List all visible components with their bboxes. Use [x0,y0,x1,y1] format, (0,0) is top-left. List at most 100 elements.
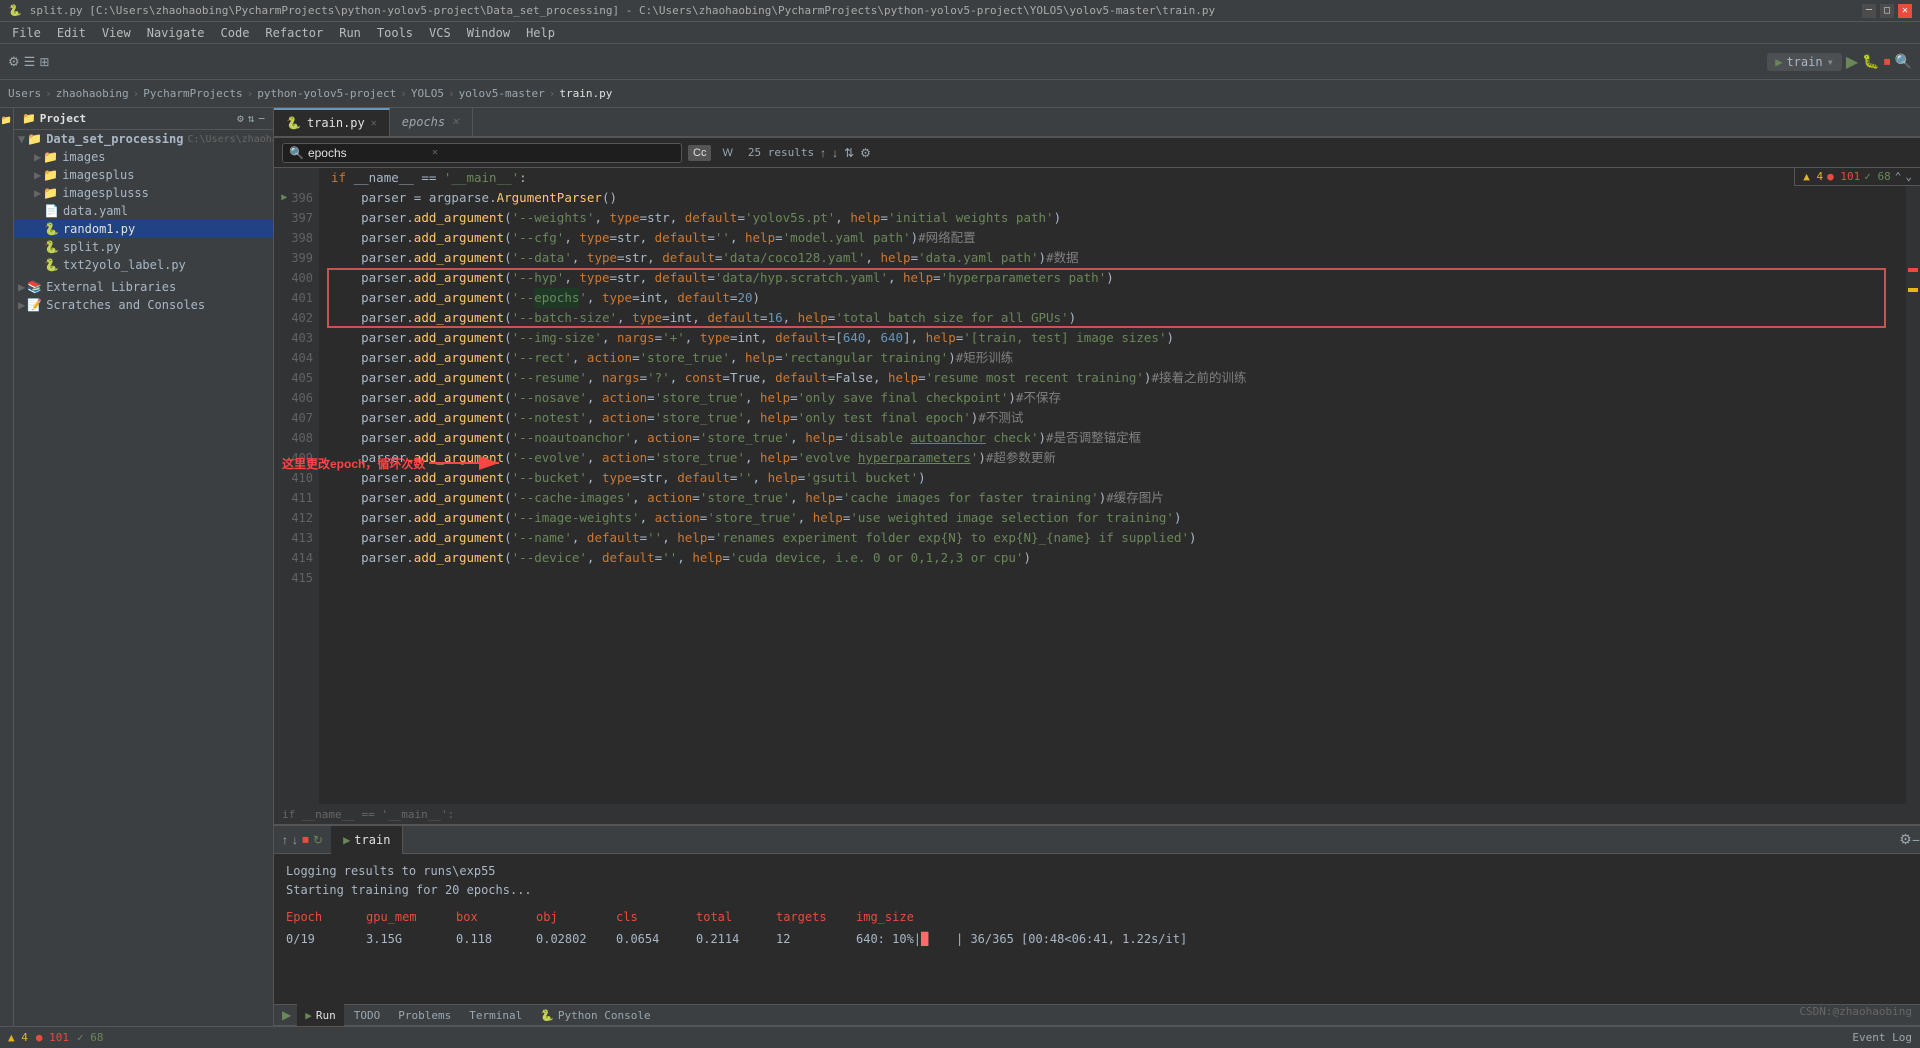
close-btn[interactable]: ✕ [1898,4,1912,18]
settings-search-btn[interactable]: ⚙ [860,146,871,160]
bottom-tab-pyconsole[interactable]: 🐍 Python Console [532,1004,658,1026]
settings-btn[interactable]: ⚙ [8,54,20,70]
error-count: ● 101 [1827,170,1860,183]
side-tool-strip: 📁 [0,108,14,1026]
case-sensitive-btn[interactable]: Cc [688,145,711,161]
sidebar-item-imagesplus[interactable]: ▶ 📁 imagesplus [14,166,273,184]
sidebar-item-txt2yolo[interactable]: 🐍 txt2yolo_label.py [14,256,273,274]
bc-user[interactable]: zhaohaobing [56,87,129,100]
bottom-tab-run[interactable]: ▶ Run [297,1004,344,1026]
sidebar-item-images[interactable]: ▶ 📁 images [14,148,273,166]
event-log-btn[interactable]: Event Log [1852,1031,1912,1044]
status-errors[interactable]: ● 101 [36,1031,69,1044]
menu-view[interactable]: View [94,22,139,43]
bc-sep1: › [45,87,52,100]
maximize-btn[interactable]: □ [1880,4,1894,18]
run-tab-active[interactable]: ▶ train [331,826,403,854]
run-up-btn[interactable]: ↑ [282,833,288,847]
sidebar-item-external-libraries[interactable]: ▶ 📚 External Libraries [14,278,273,296]
menu-refactor[interactable]: Refactor [257,22,331,43]
run-config[interactable]: ▶ train ▾ [1767,53,1842,71]
bottom-tab-problems[interactable]: Problems [390,1004,459,1026]
project-header[interactable]: 📁 Project ⚙ ⇅ − [14,108,273,130]
menu-bar: File Edit View Navigate Code Refactor Ru… [0,22,1920,44]
bottom-tab-terminal[interactable]: Terminal [461,1004,530,1026]
project-collapse-icon[interactable]: − [258,112,265,125]
stop-btn[interactable]: ⏹ [1884,53,1891,70]
status-ok[interactable]: ✓ 68 [77,1031,104,1044]
sidebar-item-imagesplusss[interactable]: ▶ 📁 imagesplusss [14,184,273,202]
menu-edit[interactable]: Edit [49,22,94,43]
editor[interactable]: ▲ 4 ● 101 ✓ 68 ⌃ ⌄ 这里更改epoch，循环次数 [274,168,1920,824]
code-line-415: parser.add_argument('--device', default=… [331,548,1906,568]
menu-navigate[interactable]: Navigate [139,22,213,43]
menu-code[interactable]: Code [213,22,258,43]
debug-btn[interactable]: 🐛 [1862,53,1879,70]
whole-word-btn[interactable]: W [717,145,737,161]
sidebar-item-random1[interactable]: 🐍 random1.py [14,220,273,238]
bc-yolo[interactable]: YOLO5 [411,87,444,100]
td-total: 0.2114 [696,930,756,949]
run-panel-settings-btn[interactable]: ⚙ [1899,831,1912,848]
next-result-btn[interactable]: ↓ [832,146,838,160]
sidebar-item-split[interactable]: 🐍 split.py [14,238,273,256]
code-line-401: parser.add_argument('--hyp', type=str, d… [331,268,1906,288]
project-sort-icon[interactable]: ⇅ [248,112,255,125]
run-play-btn[interactable]: ▶ [278,1008,295,1022]
tab-trainpy[interactable]: 🐍 train.py ✕ [274,108,390,136]
bc-project[interactable]: python-yolov5-project [257,87,396,100]
project-settings-icon[interactable]: ⚙ [237,112,244,125]
sidebar-item-scratches[interactable]: ▶ 📝 Scratches and Consoles [14,296,273,314]
minimize-btn[interactable]: ─ [1862,4,1876,18]
collapse-icon[interactable]: ⌃ [1895,170,1902,183]
bottom-run-icon: ▶ [305,1009,312,1022]
prev-result-btn[interactable]: ↑ [820,146,826,160]
folder-imagesplusss-icon: 📁 [43,186,58,200]
right-gutter[interactable] [1906,168,1920,804]
global-search-btn[interactable]: 🔍 [1895,53,1912,70]
sidebar-item-datayaml[interactable]: 📄 data.yaml [14,202,273,220]
code-line-409: parser.add_argument('--noautoanchor', ac… [331,428,1906,448]
run-stop-btn[interactable]: ⏹ [302,831,309,848]
bottom-todo-label: TODO [354,1009,381,1022]
layout-btn[interactable]: ☰ [24,54,36,70]
run-table-header: Epoch gpu_mem box obj cls total targets … [286,908,1908,927]
bc-file[interactable]: train.py [559,87,612,100]
expand-icon[interactable]: ⌄ [1905,170,1912,183]
arrow-external: ▶ [18,280,25,294]
code-area[interactable]: if __name__ == '__main__': parser = argp… [319,168,1906,804]
search-input[interactable] [308,146,428,160]
sidebar-item-root[interactable]: ▼ 📁 Data_set_processing C:\Users\zhaohao… [14,130,273,148]
bc-yolov5[interactable]: yolov5-master [459,87,545,100]
run-btn[interactable]: ▶ [1846,52,1858,72]
filter-btn[interactable]: ⇅ [844,146,854,160]
menu-window[interactable]: Window [459,22,518,43]
menu-run[interactable]: Run [331,22,369,43]
tab-trainpy-close[interactable]: ✕ [371,118,377,129]
run-down-btn[interactable]: ↓ [292,833,298,847]
bc-users[interactable]: Users [8,87,41,100]
folder-external-icon: 📚 [27,280,42,294]
run-panel-minimize-btn[interactable]: − [1912,832,1920,848]
code-view[interactable]: ▶396 397 398 399 400 401 402 403 404 405… [274,168,1920,804]
ln-411: 411 [274,488,313,508]
menu-tools[interactable]: Tools [369,22,421,43]
tab-epochs-close[interactable]: ✕ [451,117,459,128]
status-warnings[interactable]: ▲ 4 [8,1031,28,1044]
project-tool-btn[interactable]: 📁 [1,116,13,128]
structure-btn[interactable]: ⊞ [39,55,49,69]
bottom-tab-todo[interactable]: TODO [346,1004,389,1026]
td-box: 0.118 [456,930,516,949]
tab-epochs[interactable]: epochs ✕ [390,108,473,136]
file-random1-icon: 🐍 [44,222,59,236]
tab-trainpy-icon: 🐍 [286,116,301,130]
bc-projects[interactable]: PycharmProjects [143,87,242,100]
run-restart-btn[interactable]: ↻ [313,833,323,847]
menu-file-label[interactable]: File [4,22,49,43]
menu-help[interactable]: Help [518,22,563,43]
search-clear[interactable]: ✕ [432,147,438,158]
menu-vcs[interactable]: VCS [421,22,459,43]
main-area: 📁 📁 Project ⚙ ⇅ − ▼ 📁 Data_set_processin… [0,108,1920,1026]
project-tree: ▼ 📁 Data_set_processing C:\Users\zhaohao… [14,130,273,314]
bottom-terminal-label: Terminal [469,1009,522,1022]
